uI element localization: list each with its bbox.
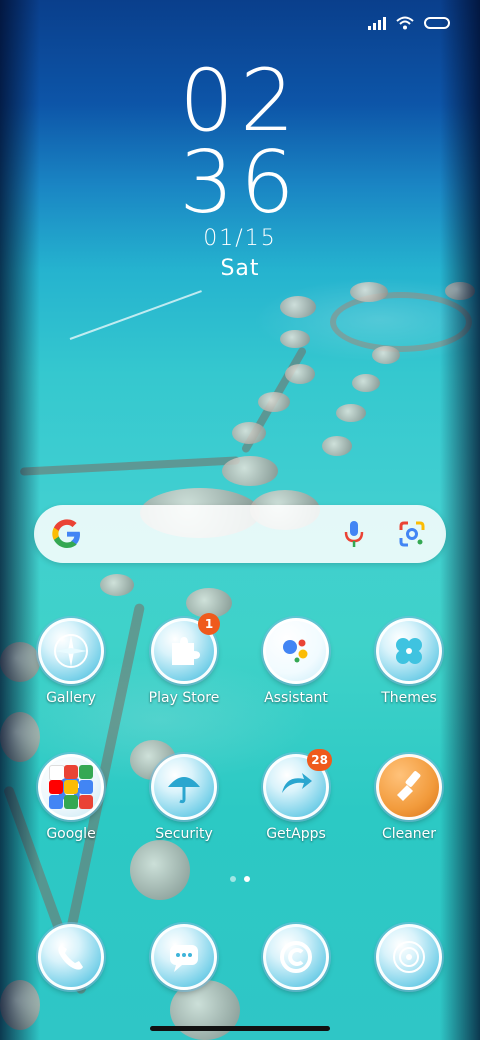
home-screen: 02 36 01/15 Sat Gallery 1 Play Store Ass…	[0, 0, 480, 1040]
app-getapps[interactable]: 28 GetApps	[246, 749, 346, 842]
app-label: Play Store	[148, 690, 220, 706]
home-indicator[interactable]	[150, 1026, 330, 1031]
app-label: Gallery	[46, 690, 96, 706]
app-label: GetApps	[266, 826, 326, 842]
notification-badge: 1	[198, 613, 220, 635]
google-g-icon	[52, 519, 80, 548]
dock-camera[interactable]	[359, 924, 459, 990]
app-label: Themes	[381, 690, 437, 706]
wifi-icon	[396, 16, 414, 30]
assistant-icon	[263, 618, 329, 684]
app-cleaner[interactable]: Cleaner	[359, 754, 459, 842]
message-icon	[151, 924, 217, 990]
folder-icon: G	[38, 754, 104, 820]
signal-icon	[368, 16, 386, 30]
app-play-store[interactable]: 1 Play Store	[134, 613, 234, 706]
page-indicator	[0, 876, 480, 882]
browser-icon	[263, 924, 329, 990]
clover-icon	[376, 618, 442, 684]
phone-icon	[38, 924, 104, 990]
app-label: Google	[46, 826, 96, 842]
notification-badge: 28	[307, 749, 332, 771]
app-gallery[interactable]: Gallery	[21, 618, 121, 706]
clock-hours[interactable]: 02	[0, 58, 480, 144]
clock-date[interactable]: 01/15	[0, 226, 480, 251]
clock-day[interactable]: Sat	[0, 256, 480, 281]
app-security[interactable]: Security	[134, 754, 234, 842]
app-label: Security	[155, 826, 213, 842]
brush-icon	[376, 754, 442, 820]
app-themes[interactable]: Themes	[359, 618, 459, 706]
compass-icon	[38, 618, 104, 684]
battery-icon	[424, 17, 450, 29]
google-lens-icon[interactable]	[398, 520, 426, 548]
umbrella-icon	[151, 754, 217, 820]
status-bar	[368, 16, 450, 30]
page-dot	[230, 876, 236, 882]
dock-phone[interactable]	[21, 924, 121, 990]
puzzle-icon: 1	[151, 613, 220, 684]
camera-icon	[376, 924, 442, 990]
microphone-icon[interactable]	[342, 519, 366, 549]
dock-browser[interactable]	[246, 924, 346, 990]
app-label: Assistant	[264, 690, 328, 706]
google-search-bar[interactable]	[34, 505, 446, 563]
arrow-icon: 28	[263, 749, 332, 820]
app-label: Cleaner	[381, 826, 437, 842]
dock-messages[interactable]	[134, 924, 234, 990]
app-folder-google[interactable]: G Google	[21, 754, 121, 842]
app-assistant[interactable]: Assistant	[246, 618, 346, 706]
page-dot-active	[244, 876, 250, 882]
clock-minutes[interactable]: 36	[0, 140, 480, 226]
